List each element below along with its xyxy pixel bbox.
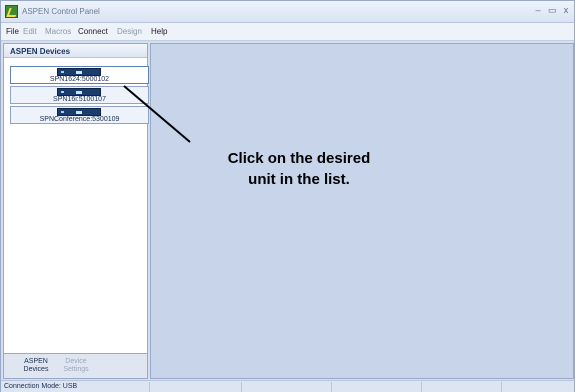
callout-line-2: unit in the list. [248,171,350,188]
callout-pointer-line [123,85,191,143]
callout-line-1: Click on the desired [227,150,371,167]
instruction-callout: Click on the desired unit in the list. [199,148,399,190]
